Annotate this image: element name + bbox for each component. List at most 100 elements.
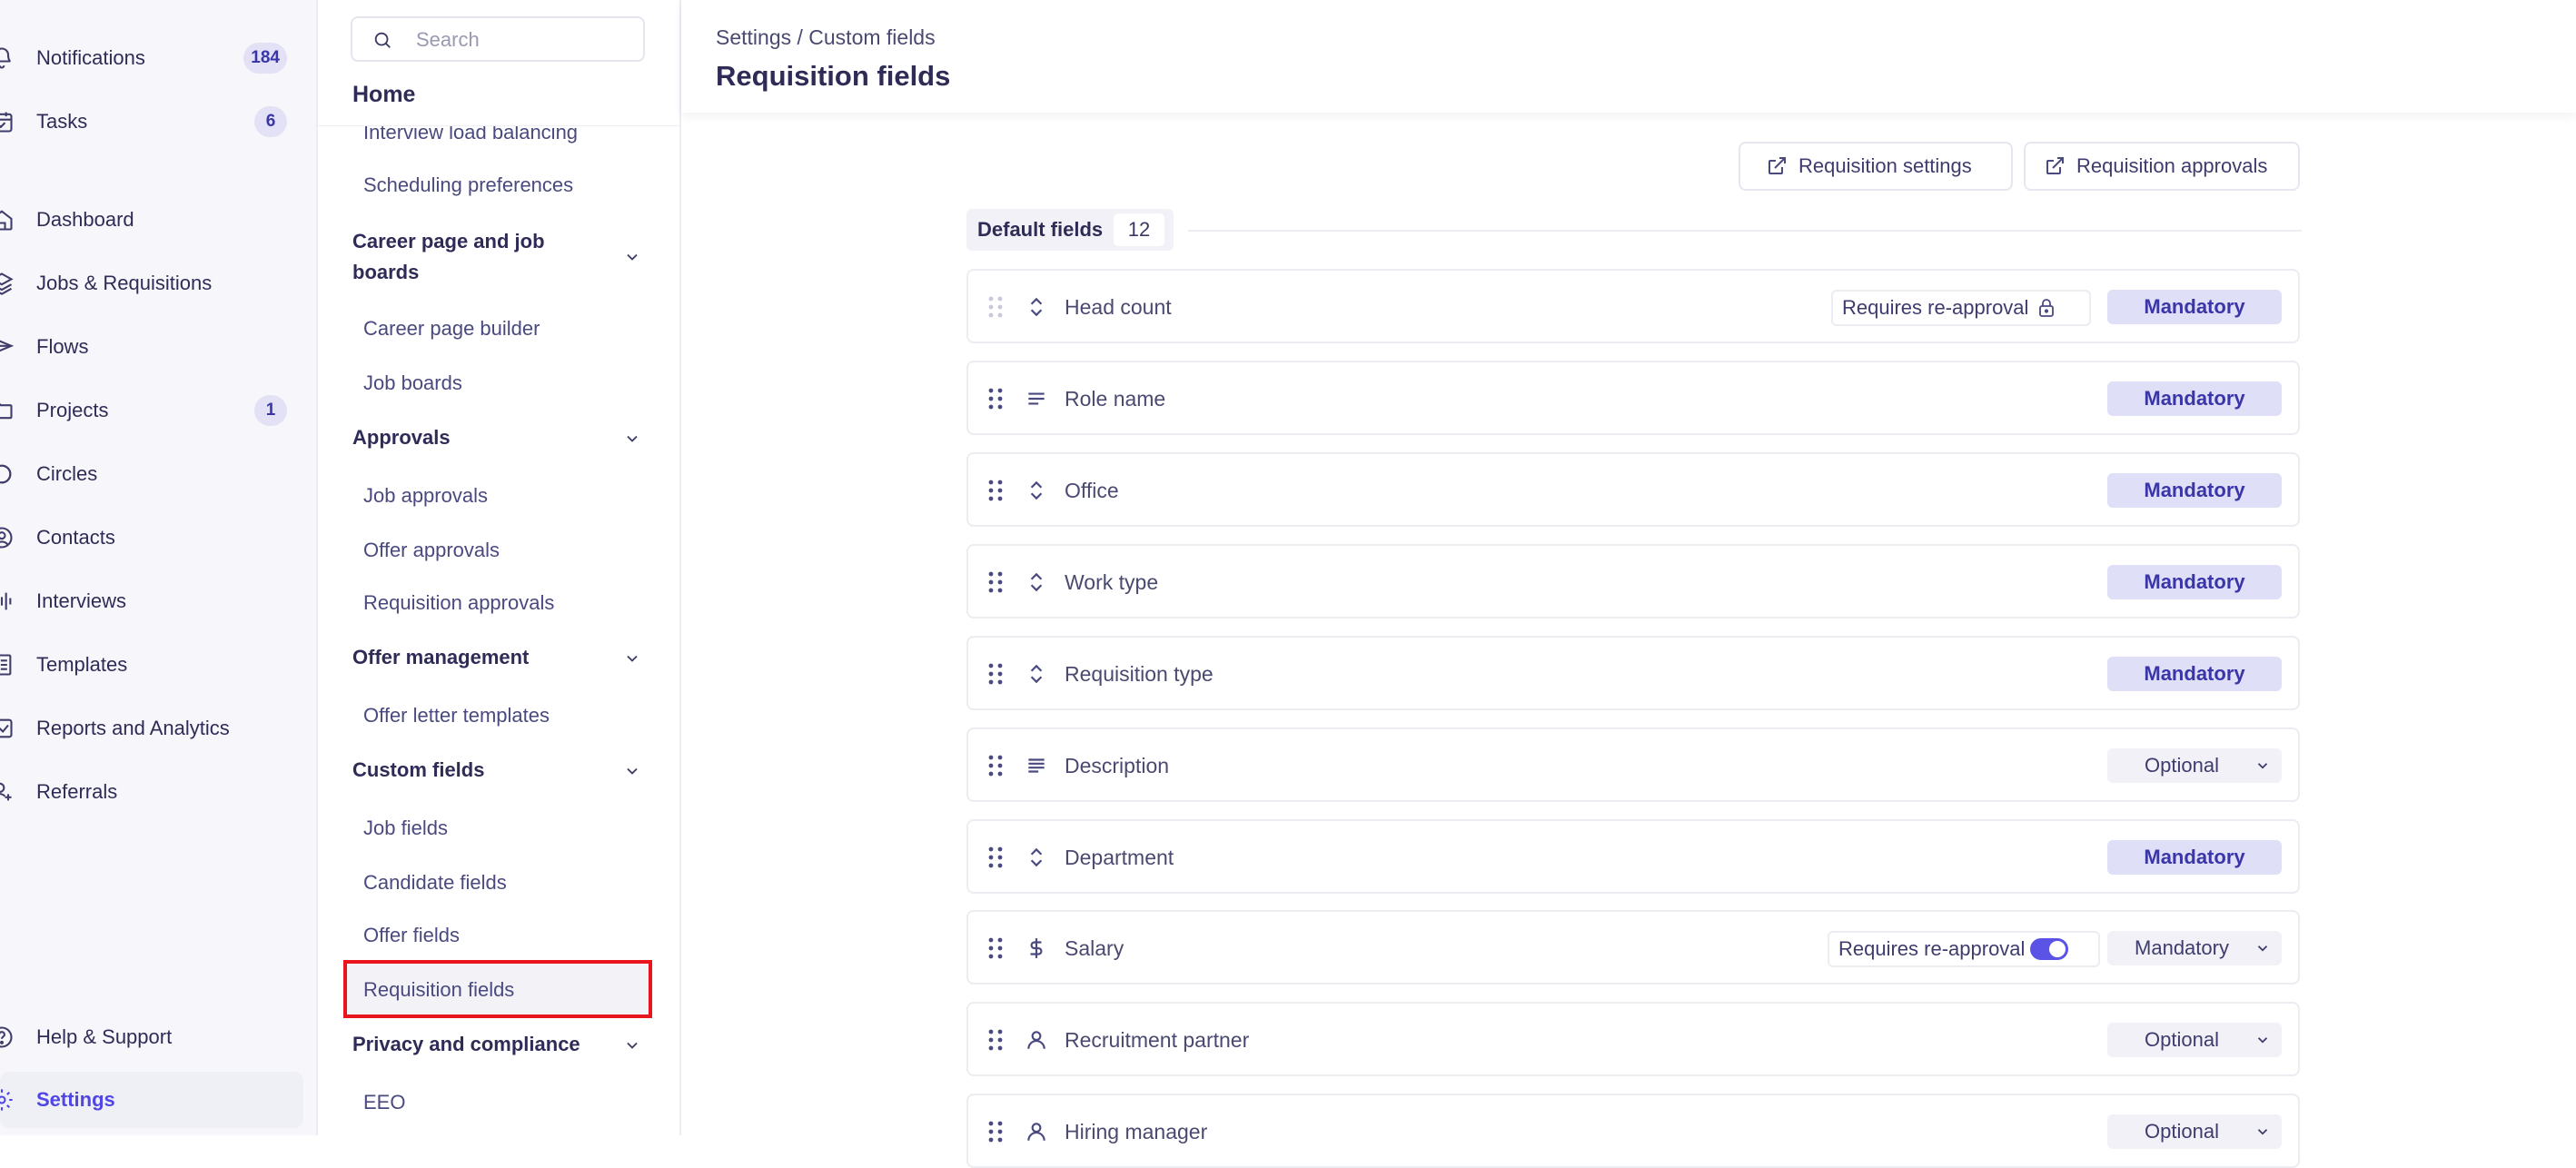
status-dropdown[interactable]: Optional xyxy=(2107,1023,2282,1057)
field-name: Requisition type xyxy=(1065,662,1214,686)
settings-link-requisition-approvals[interactable]: Requisition approvals xyxy=(363,591,554,615)
button-label: Requisition approvals xyxy=(2076,154,2268,177)
nav-item-help-support[interactable]: Help & Support xyxy=(0,1012,309,1063)
nav-label: Projects xyxy=(36,399,109,421)
drag-handle-icon[interactable] xyxy=(986,936,1005,960)
settings-link-offer-approvals[interactable]: Offer approvals xyxy=(363,539,500,562)
section-label: Default fields xyxy=(977,218,1104,241)
drag-handle-icon[interactable] xyxy=(986,846,1005,869)
audio-wave-icon xyxy=(0,589,15,614)
nav-item-contacts[interactable]: Contacts xyxy=(0,512,309,563)
settings-link-interview-load-balancing[interactable]: Interview load balancing xyxy=(363,126,578,144)
nav-item-jobs-requisitions[interactable]: Jobs & Requisitions xyxy=(0,258,309,309)
status-badge: Mandatory xyxy=(2107,657,2282,691)
settings-link-eeo[interactable]: EEO xyxy=(363,1091,405,1114)
requisition-approvals-button[interactable]: Requisition approvals xyxy=(2024,142,2300,191)
nav-item-flows[interactable]: Flows xyxy=(0,322,309,372)
field-name: Head count xyxy=(1065,295,1172,319)
section-offer-management[interactable]: Offer management xyxy=(352,642,529,673)
section-career-page[interactable]: Career page and job boards xyxy=(352,226,589,288)
nav-item-settings[interactable]: Settings xyxy=(0,1072,303,1128)
chevron-down-icon[interactable] xyxy=(623,248,641,266)
page-header: Settings / Custom fields Requisition fie… xyxy=(681,0,2576,113)
nav-label: Tasks xyxy=(36,110,88,133)
toggle-knob xyxy=(2049,941,2066,957)
short-text-icon xyxy=(1025,387,1048,411)
user-plus-icon xyxy=(0,779,15,805)
chart-icon xyxy=(0,716,15,741)
nav-item-circles[interactable]: Circles xyxy=(0,449,309,500)
requires-reapproval-toggle[interactable]: Requires re-approval xyxy=(1828,931,2100,967)
external-link-icon xyxy=(2044,155,2066,177)
search-input[interactable] xyxy=(414,25,636,54)
tasks-count-badge: 6 xyxy=(254,106,287,137)
nav-item-projects[interactable]: Projects 1 xyxy=(0,385,309,436)
settings-link-offer-fields[interactable]: Offer fields xyxy=(363,924,460,947)
nav-item-templates[interactable]: Templates xyxy=(0,639,309,690)
status-dropdown[interactable]: Mandatory xyxy=(2107,931,2282,965)
section-pill: Default fields 12 xyxy=(966,209,1174,251)
settings-link-scheduling-preferences[interactable]: Scheduling preferences xyxy=(363,173,573,197)
toggle-switch-on[interactable] xyxy=(2030,938,2069,960)
sort-arrows-icon xyxy=(1025,570,1048,594)
nav-label: Reports and Analytics xyxy=(36,717,230,739)
chevron-down-icon xyxy=(2254,1032,2271,1048)
field-name: Description xyxy=(1065,754,1170,777)
requisition-settings-button[interactable]: Requisition settings xyxy=(1739,142,2013,191)
field-name: Department xyxy=(1065,846,1174,869)
chevron-down-icon[interactable] xyxy=(623,762,641,780)
requires-reapproval-indicator: Requires re-approval xyxy=(1831,290,2091,326)
folder-icon xyxy=(0,398,15,423)
status-badge: Mandatory xyxy=(2107,290,2282,324)
settings-link-job-fields[interactable]: Job fields xyxy=(363,817,448,840)
field-row-recruitment-partner: Recruitment partner Optional xyxy=(966,1002,2300,1076)
dollar-icon xyxy=(1025,936,1048,960)
nav-item-referrals[interactable]: Referrals xyxy=(0,767,309,817)
bell-icon xyxy=(0,45,15,71)
nav-item-reports[interactable]: Reports and Analytics xyxy=(0,703,309,754)
settings-search[interactable] xyxy=(351,16,645,62)
status-dropdown[interactable]: Optional xyxy=(2107,1114,2282,1149)
settings-link-offer-letter-templates[interactable]: Offer letter templates xyxy=(363,704,550,728)
section-custom-fields[interactable]: Custom fields xyxy=(352,755,484,786)
chevron-down-icon xyxy=(2254,1123,2271,1140)
settings-link-career-page-builder[interactable]: Career page builder xyxy=(363,317,540,341)
nav-item-dashboard[interactable]: Dashboard xyxy=(0,194,309,245)
breadcrumb[interactable]: Settings / Custom fields xyxy=(716,25,936,50)
drag-handle-icon[interactable] xyxy=(986,570,1005,594)
drag-handle-icon[interactable] xyxy=(986,479,1005,502)
sort-arrows-icon xyxy=(1025,662,1048,686)
settings-link-candidate-fields[interactable]: Candidate fields xyxy=(363,871,507,895)
drag-handle-icon[interactable] xyxy=(986,1028,1005,1052)
chevron-down-icon[interactable] xyxy=(623,649,641,668)
drag-handle-icon[interactable] xyxy=(986,387,1005,411)
drag-handle-icon[interactable] xyxy=(986,754,1005,777)
gear-icon xyxy=(0,1087,15,1113)
section-privacy-compliance[interactable]: Privacy and compliance xyxy=(352,1029,580,1060)
lock-icon xyxy=(2036,297,2057,319)
status-dropdown[interactable]: Optional xyxy=(2107,748,2282,783)
drag-handle-icon[interactable] xyxy=(986,662,1005,686)
nav-item-tasks[interactable]: Tasks 6 xyxy=(0,96,309,147)
settings-link-job-boards[interactable]: Job boards xyxy=(363,371,462,395)
section-approvals[interactable]: Approvals xyxy=(352,422,451,453)
search-icon xyxy=(372,30,392,50)
send-icon xyxy=(0,334,15,360)
nav-label: Contacts xyxy=(36,526,115,549)
nav-item-interviews[interactable]: Interviews xyxy=(0,576,309,627)
calendar-check-icon xyxy=(0,109,15,134)
settings-link-requisition-fields[interactable]: Requisition fields xyxy=(363,978,514,1002)
status-badge: Mandatory xyxy=(2107,381,2282,416)
user-icon xyxy=(1025,1028,1048,1052)
nav-label: Notifications xyxy=(36,46,145,69)
status-badge: Mandatory xyxy=(2107,840,2282,875)
nav-label: Flows xyxy=(36,335,89,358)
chevron-down-icon[interactable] xyxy=(623,430,641,448)
settings-link-job-approvals[interactable]: Job approvals xyxy=(363,484,488,508)
nav-label: Dashboard xyxy=(36,208,134,231)
default-fields-section-header: Default fields 12 xyxy=(966,209,2302,251)
drag-handle-icon[interactable] xyxy=(986,1120,1005,1143)
chevron-down-icon[interactable] xyxy=(623,1036,641,1054)
nav-item-notifications[interactable]: Notifications 184 xyxy=(0,33,309,84)
main-navigation: Notifications 184 Tasks 6 Dashboard Jobs… xyxy=(0,0,318,1135)
